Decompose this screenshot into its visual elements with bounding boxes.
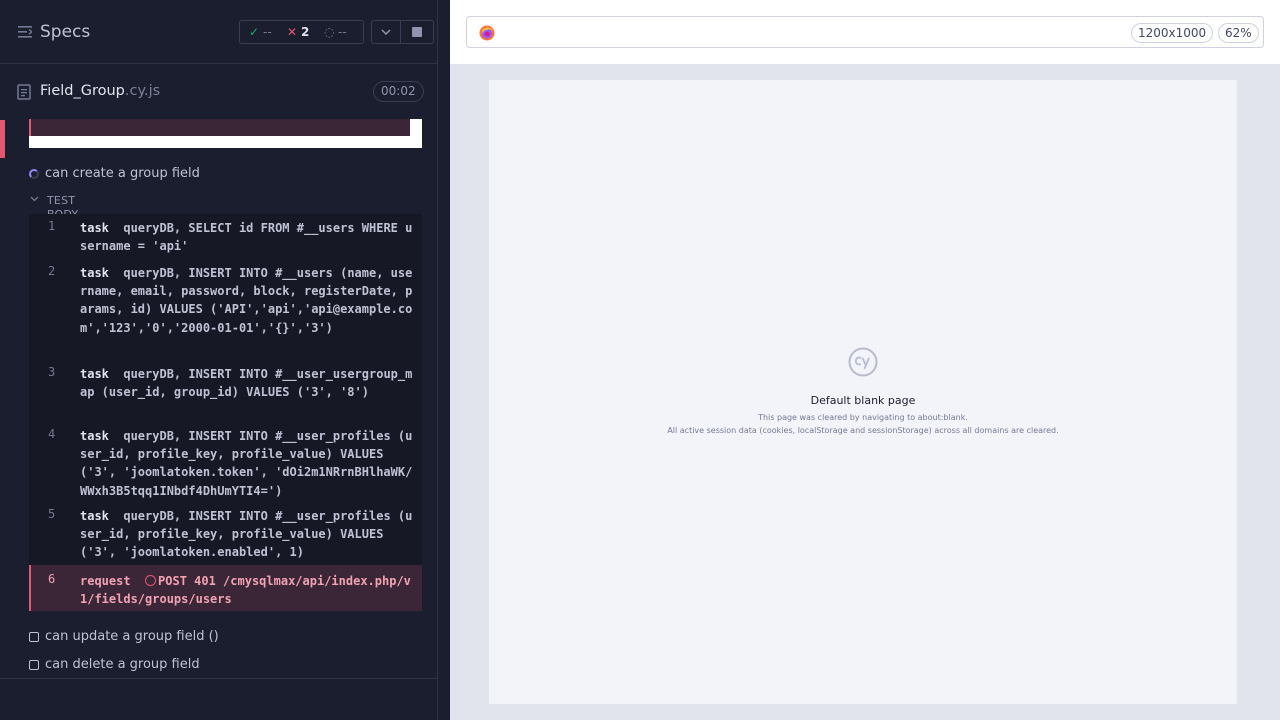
chevron-down-icon (30, 196, 39, 202)
stat-passed: ✓ -- (249, 25, 272, 39)
chevron-down-icon (381, 29, 391, 35)
test-title: can create a group field (45, 166, 200, 181)
command-number: 2 (48, 264, 56, 278)
specs-header: Specs ✓ -- ✕ 2 ◌ -- (0, 0, 438, 64)
command-number: 1 (48, 219, 56, 233)
command-row[interactable]: 1 task queryDB, SELECT id FROM #__users … (29, 219, 422, 259)
previous-test-error-block (29, 119, 422, 148)
reporter-panel: Specs ✓ -- ✕ 2 ◌ -- Field_Group.cy.js 00:02… (0, 0, 438, 720)
command-name: task (80, 266, 109, 280)
command-message: queryDB, INSERT INTO #__users (name, use… (80, 266, 413, 335)
command-message: queryDB, INSERT INTO #__user_profiles (u… (80, 429, 413, 498)
command-row[interactable]: 3 task queryDB, INSERT INTO #__user_user… (29, 365, 422, 419)
command-name: task (80, 367, 109, 381)
command-row[interactable]: 4 task queryDB, INSERT INTO #__user_prof… (29, 427, 422, 501)
app-under-test-panel: 1200x1000 62% Default blank page This pa… (450, 0, 1280, 720)
command-number: 4 (48, 427, 56, 441)
command-number: 6 (48, 572, 56, 586)
app-iframe[interactable]: Default blank page This page was cleared… (489, 80, 1237, 704)
spec-duration: 00:02 (373, 81, 424, 102)
failed-test-indicator (0, 120, 5, 158)
command-log: 1 task queryDB, SELECT id FROM #__users … (29, 214, 422, 611)
stat-failed: ✕ 2 (287, 25, 310, 39)
command-name: task (80, 509, 109, 523)
queued-icon (29, 632, 39, 642)
test-title: can update a group field () (45, 629, 219, 644)
check-icon: ✓ (249, 25, 260, 39)
command-row[interactable]: 5 task queryDB, INSERT INTO #__user_prof… (29, 507, 422, 561)
command-row[interactable]: 2 task queryDB, INSERT INTO #__users (na… (29, 264, 422, 354)
blank-page-message: This page was cleared by navigating to a… (758, 413, 968, 422)
command-message: queryDB, SELECT id FROM #__users WHERE u… (80, 221, 413, 254)
spec-file-name[interactable]: Field_Group.cy.js (40, 83, 160, 99)
queued-icon (29, 660, 39, 670)
command-number: 3 (48, 365, 56, 379)
command-name: request (80, 574, 131, 588)
blank-page-message: All active session data (cookies, localS… (667, 426, 1059, 435)
stat-pending: ◌ -- (324, 25, 347, 39)
menu-icon[interactable] (18, 26, 32, 38)
specs-title[interactable]: Specs (40, 22, 90, 42)
command-name: task (80, 429, 109, 443)
x-icon: ✕ (287, 25, 298, 39)
reporter-footer-divider (0, 678, 438, 679)
spinner-icon: ◌ (324, 25, 335, 39)
spinner-icon (29, 169, 39, 179)
command-message: queryDB, INSERT INTO #__user_usergroup_m… (80, 367, 413, 400)
viewport-size-badge[interactable]: 1200x1000 (1131, 23, 1214, 43)
failed-circle-icon (145, 575, 157, 586)
document-icon (17, 84, 31, 100)
stop-button[interactable] (400, 20, 434, 44)
command-name: task (80, 221, 109, 235)
command-message: queryDB, INSERT INTO #__user_profiles (u… (80, 509, 413, 560)
options-dropdown-button[interactable] (371, 20, 401, 44)
firefox-icon (479, 25, 495, 41)
url-bar[interactable]: 1200x1000 62% (466, 16, 1264, 48)
blank-page-title: Default blank page (810, 394, 916, 407)
command-row-failed[interactable]: 6 request POST 401 /cmysqlmax/api/index.… (29, 565, 422, 611)
previous-test-error-line (29, 119, 410, 136)
command-number: 5 (48, 507, 56, 521)
stats-bar: ✓ -- ✕ 2 ◌ -- (239, 20, 364, 44)
zoom-level-badge: 62% (1218, 23, 1259, 43)
aut-header: 1200x1000 62% (450, 0, 1280, 64)
stop-icon (412, 27, 422, 37)
cypress-logo (848, 347, 878, 377)
test-title: can delete a group field (45, 657, 200, 672)
